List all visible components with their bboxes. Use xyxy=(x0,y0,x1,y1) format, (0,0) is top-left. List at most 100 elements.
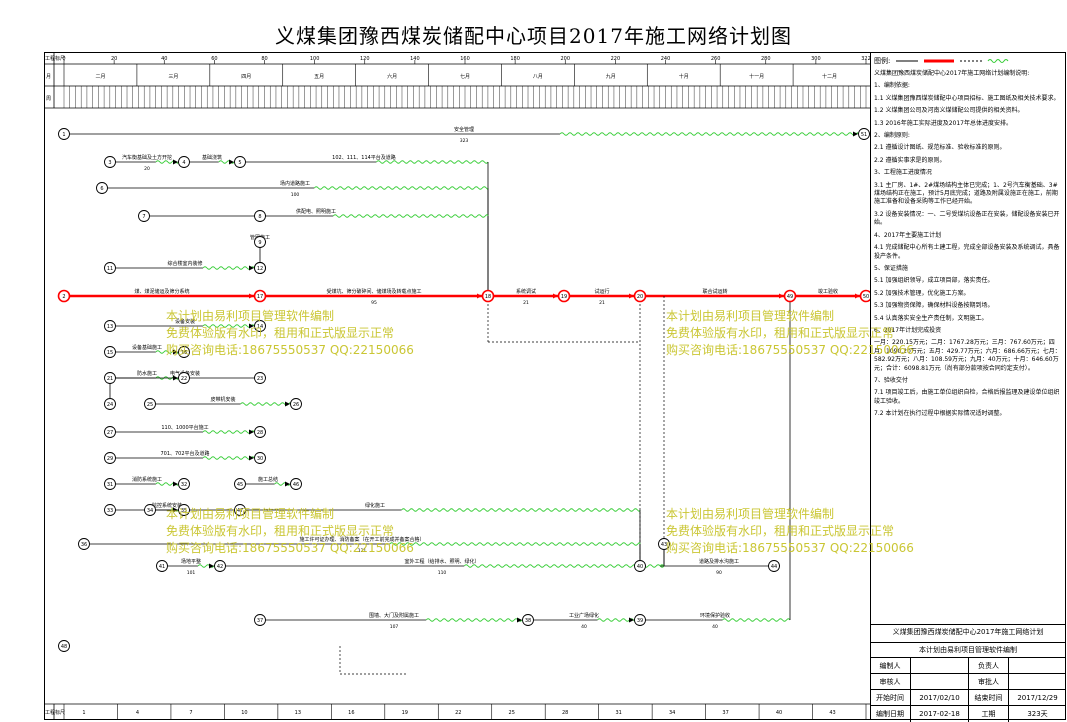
event-node: 41 xyxy=(156,560,168,572)
bottom-tick-label: 37 xyxy=(722,710,728,716)
node-label: 2 xyxy=(62,294,65,300)
network-diagram: 0 20 40 60 80 100 120 140 160 180 200 220 240 260 280 3… xyxy=(44,52,870,720)
event-node: 23 xyxy=(254,372,266,384)
watermark-line: 购买咨询电话:18675550537 QQ:22150066 xyxy=(166,541,414,555)
event-node: 28 xyxy=(254,426,266,438)
note-line: 4.1 完成储配中心所有土建工程，完成全部设备安装及系统调试，具备投产条件。 xyxy=(874,244,1060,260)
node-label: 25 xyxy=(147,402,153,408)
activity-name: 汽车衡基础及土方开挖 xyxy=(122,154,172,161)
trial-watermark: 本计划由易利项目管理软件编制 免费体验版有水印，租用和正式版显示正常 购买咨询电话:… xyxy=(166,506,414,557)
note-line: 1.3 2016年施工实际进度及2017年总体进度安排。 xyxy=(874,119,1012,127)
watermark-line: 免费体验版有水印，租用和正式版显示正常 xyxy=(666,524,895,538)
activity-arrow: 围墙、大门及附属施工 107 xyxy=(266,612,523,630)
watermark-line: 购买咨询电话:18675550537 QQ:22150066 xyxy=(666,343,914,357)
node-label: 19 xyxy=(561,294,567,300)
note-line: 7、验收交付 xyxy=(874,376,908,384)
activity-name: 室外工程（给排水、照明、绿化） xyxy=(404,558,479,565)
node-label: 13 xyxy=(107,324,113,330)
node-label: 11 xyxy=(107,266,113,272)
bottom-tick-label: 25 xyxy=(509,710,515,716)
node-label: 33 xyxy=(107,508,113,514)
node-label: 21 xyxy=(107,376,113,382)
event-node: 32 xyxy=(178,478,190,490)
node-label: 8 xyxy=(258,214,261,220)
note-line: 7.2 本计划在执行过程中根据实际情况适时调整。 xyxy=(874,410,1006,418)
event-node: 6 xyxy=(96,182,108,194)
day-tick-label: 100 xyxy=(310,56,320,62)
activity-name: 竣工验收 xyxy=(818,288,838,295)
title-block-cell: 2017-02-18 xyxy=(910,706,968,722)
trial-watermark: 本计划由易利项目管理软件编制 免费体验版有水印，租用和正式版显示正常 购买咨询电话:… xyxy=(666,308,914,359)
month-label: 六月 xyxy=(387,73,397,80)
event-node: 50 xyxy=(859,289,870,303)
month-label: 二月 xyxy=(95,74,105,80)
activity-arrow: 联合试运转 xyxy=(646,288,784,299)
event-node: 44 xyxy=(768,560,780,572)
day-tick-label: 200 xyxy=(560,56,570,62)
event-node: 49 xyxy=(783,289,797,303)
event-node: 11 xyxy=(104,262,116,274)
event-node: 5 xyxy=(234,156,246,168)
title-block-cell: 2017/02/10 xyxy=(910,690,968,706)
title-block-cell: 结束时间 xyxy=(968,690,1008,706)
activity-name: 围墙、大门及附属施工 xyxy=(369,612,419,619)
activity-arrow: 701、702平台及道路 xyxy=(116,450,255,461)
node-label: 27 xyxy=(107,430,113,436)
activity-duration: 40 xyxy=(712,624,718,630)
title-block-cell: 开始时间 xyxy=(876,694,904,702)
node-label: 1 xyxy=(62,132,65,138)
node-label: 22 xyxy=(181,376,187,382)
activity-arrow: 综合楼室内装修 xyxy=(116,260,255,271)
node-label: 24 xyxy=(107,402,113,408)
activity-arrow: 102、111、114平台及道路 xyxy=(246,154,489,290)
activity-name: 消防系统施工 xyxy=(132,476,162,483)
node-label: 38 xyxy=(525,618,531,624)
activity-duration: 21 xyxy=(523,300,529,306)
activity-arrow: 煤、煤泥储运及筛分系统 xyxy=(70,288,254,299)
node-label: 34 xyxy=(147,508,153,514)
event-node: 30 xyxy=(254,452,266,464)
month-label: 三月 xyxy=(168,74,178,80)
activity-arrow: 消防系统施工 xyxy=(116,476,179,487)
legend-label: 图例: xyxy=(874,57,891,65)
node-label: 41 xyxy=(159,564,165,570)
node-label: 42 xyxy=(217,564,223,570)
node-label: 17 xyxy=(257,294,263,300)
legend: 图例: xyxy=(874,56,1014,66)
title-block-cell: 审核人 xyxy=(879,678,901,686)
activity-name: 联合试运转 xyxy=(702,288,727,295)
activity-name: 供配电、照明施工 xyxy=(296,208,336,215)
title-block-row: 开始时间 2017/02/10 结束时间 2017/12/29 xyxy=(870,689,1066,706)
note-line: 1.2 义煤集团公司及河南义煤储配公司提供的相关资料。 xyxy=(874,107,1024,115)
event-node: 9 xyxy=(254,236,266,248)
day-tick-label: 160 xyxy=(460,56,470,62)
title-block-cell xyxy=(910,674,968,690)
event-node: 18 xyxy=(481,289,495,303)
title-block-cell: 负责人 xyxy=(968,658,1008,674)
day-tick-label: 140 xyxy=(410,56,420,62)
event-node: 15 xyxy=(104,346,116,358)
day-tick-label: 300 xyxy=(811,56,821,62)
bottom-tick-label: 31 xyxy=(615,710,621,716)
activity-arrow: 试运行 21 xyxy=(570,288,634,306)
activity-name: 设备基础施工 xyxy=(132,344,162,351)
event-node: 26 xyxy=(290,398,302,410)
activity-name: 环境保护验收 xyxy=(700,612,730,619)
event-node: 19 xyxy=(557,289,571,303)
title-block-heading: 义煤集团豫西煤炭储配中心2017年施工网络计划 xyxy=(892,628,1044,636)
title-block-row: 编制日期 2017-02-18 工期 323天 xyxy=(870,705,1066,722)
title-block-cell xyxy=(1008,674,1066,690)
event-node: 4 xyxy=(178,156,190,168)
month-label: 四月 xyxy=(241,74,251,80)
event-node: 20 xyxy=(633,289,647,303)
trial-watermark: 本计划由易利项目管理软件编制 免费体验版有水印，租用和正式版显示正常 购买咨询电话:… xyxy=(666,506,914,557)
node-label: 51 xyxy=(861,132,867,138)
bottom-tick-label: 4 xyxy=(136,710,139,716)
activity-arrow: 系统调试 21 xyxy=(494,288,558,306)
activity-name: 102、111、114平台及道路 xyxy=(332,154,396,161)
title-block-subheading: 本计划由易利项目管理软件编制 xyxy=(870,642,1066,655)
event-node: 13 xyxy=(104,320,116,332)
bottom-tick-label: 19 xyxy=(402,710,408,716)
day-tick-label: 220 xyxy=(611,56,621,62)
event-node: 45 xyxy=(234,478,246,490)
